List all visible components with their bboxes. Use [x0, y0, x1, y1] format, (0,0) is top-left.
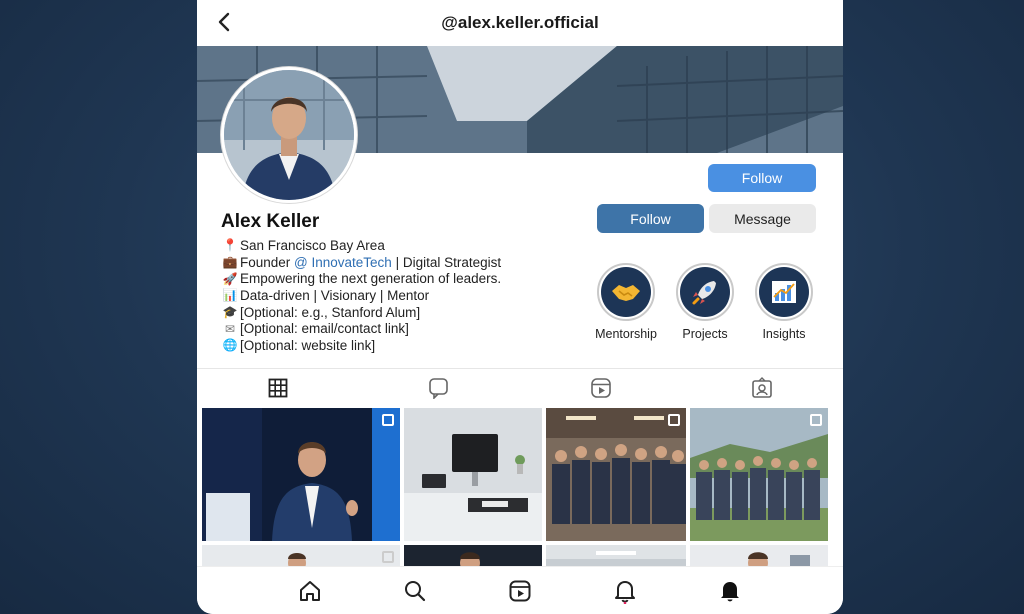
tab-threads[interactable]	[359, 369, 521, 406]
follow-button[interactable]: Follow	[597, 204, 704, 233]
nav-search[interactable]	[401, 577, 429, 605]
message-button[interactable]: Message	[709, 204, 816, 233]
bio-text: [Optional: website link]	[240, 337, 376, 353]
highlight-label: Mentorship	[595, 327, 657, 341]
rocket-icon: 🚀	[222, 271, 238, 286]
globe-icon: 🌐	[222, 338, 238, 353]
highlight-projects[interactable]: Projects	[668, 263, 742, 341]
reels-icon	[509, 580, 531, 601]
multi-post-icon	[810, 414, 822, 426]
grid-post[interactable]	[202, 545, 400, 567]
tab-posts[interactable]	[197, 369, 359, 406]
activity-bell-filled-icon	[721, 581, 740, 601]
chart-icon: 📊	[222, 288, 238, 303]
multi-post-icon	[668, 414, 680, 426]
multi-post-icon	[382, 551, 394, 563]
grid-post[interactable]	[690, 408, 828, 541]
follow-button-top[interactable]: Follow	[708, 164, 816, 192]
nav-notifications[interactable]	[611, 577, 639, 605]
bio-text: San Francisco Bay Area	[240, 237, 385, 253]
bio-text: [Optional: e.g., Stanford Alum]	[240, 304, 421, 320]
grid-post[interactable]	[404, 408, 542, 541]
bio-website: 🌐 [Optional: website link]	[221, 337, 581, 354]
chat-bubble-icon	[429, 377, 449, 399]
highlight-label: Projects	[682, 327, 728, 341]
tab-reels[interactable]	[520, 369, 682, 406]
graduation-cap-icon: 🎓	[222, 305, 238, 320]
bio-email: ✉ [Optional: email/contact link]	[221, 320, 581, 337]
chart-icon	[772, 281, 796, 303]
bio-education: 🎓 [Optional: e.g., Stanford Alum]	[221, 304, 581, 321]
bottom-navigation	[197, 566, 843, 614]
phone-screen: @alex.keller.official Alex Keller 📍 San …	[197, 0, 843, 614]
profile-name: Alex Keller	[221, 211, 320, 232]
home-icon	[299, 580, 320, 601]
profile-tabs	[197, 368, 843, 406]
pin-icon: 📍	[222, 238, 238, 253]
notification-bell-icon	[615, 580, 636, 604]
grid-post[interactable]	[546, 545, 686, 567]
top-bar: @alex.keller.official	[197, 0, 843, 46]
highlight-label: Insights	[762, 327, 806, 341]
bio-text: Founder	[240, 254, 295, 270]
highlight-insights[interactable]: Insights	[747, 263, 821, 341]
company-mention-link[interactable]: @ InnovateTech	[294, 255, 392, 270]
tab-tagged[interactable]	[682, 369, 844, 406]
profile-bio: 📍 San Francisco Bay Area 💼 Founder @ Inn…	[221, 237, 581, 354]
bio-text: Data-driven | Visionary | Mentor	[240, 287, 430, 303]
bio-location: 📍 San Francisco Bay Area	[221, 237, 581, 254]
grid-post[interactable]	[546, 408, 686, 541]
envelope-icon: ✉	[224, 321, 236, 336]
briefcase-icon: 💼	[222, 255, 238, 270]
bio-text: [Optional: email/contact link]	[240, 321, 409, 337]
search-icon	[404, 580, 425, 601]
rocket-icon	[692, 281, 716, 305]
nav-reels[interactable]	[506, 577, 534, 605]
profile-username: @alex.keller.official	[441, 13, 599, 32]
highlight-mentorship[interactable]: Mentorship	[589, 263, 663, 341]
bio-text: | Digital Strategist	[391, 254, 502, 270]
reels-icon	[590, 377, 611, 398]
bio-traits: 📊 Data-driven | Visionary | Mentor	[221, 287, 581, 304]
grid-post[interactable]	[202, 408, 400, 541]
avatar[interactable]	[221, 67, 357, 203]
multi-post-icon	[382, 414, 394, 426]
back-arrow-icon[interactable]	[211, 9, 237, 35]
bio-text: Empowering the next generation of leader…	[240, 271, 502, 287]
handshake-icon	[612, 285, 640, 301]
grid-post[interactable]	[404, 545, 542, 567]
nav-home[interactable]	[296, 577, 324, 605]
grid-post[interactable]	[690, 545, 828, 567]
tagged-icon	[752, 376, 773, 398]
bio-mission: 🚀 Empowering the next generation of lead…	[221, 270, 581, 287]
nav-activity[interactable]	[716, 577, 744, 605]
grid-icon	[268, 378, 288, 397]
bio-role: 💼 Founder @ InnovateTech | Digital Strat…	[221, 254, 581, 271]
